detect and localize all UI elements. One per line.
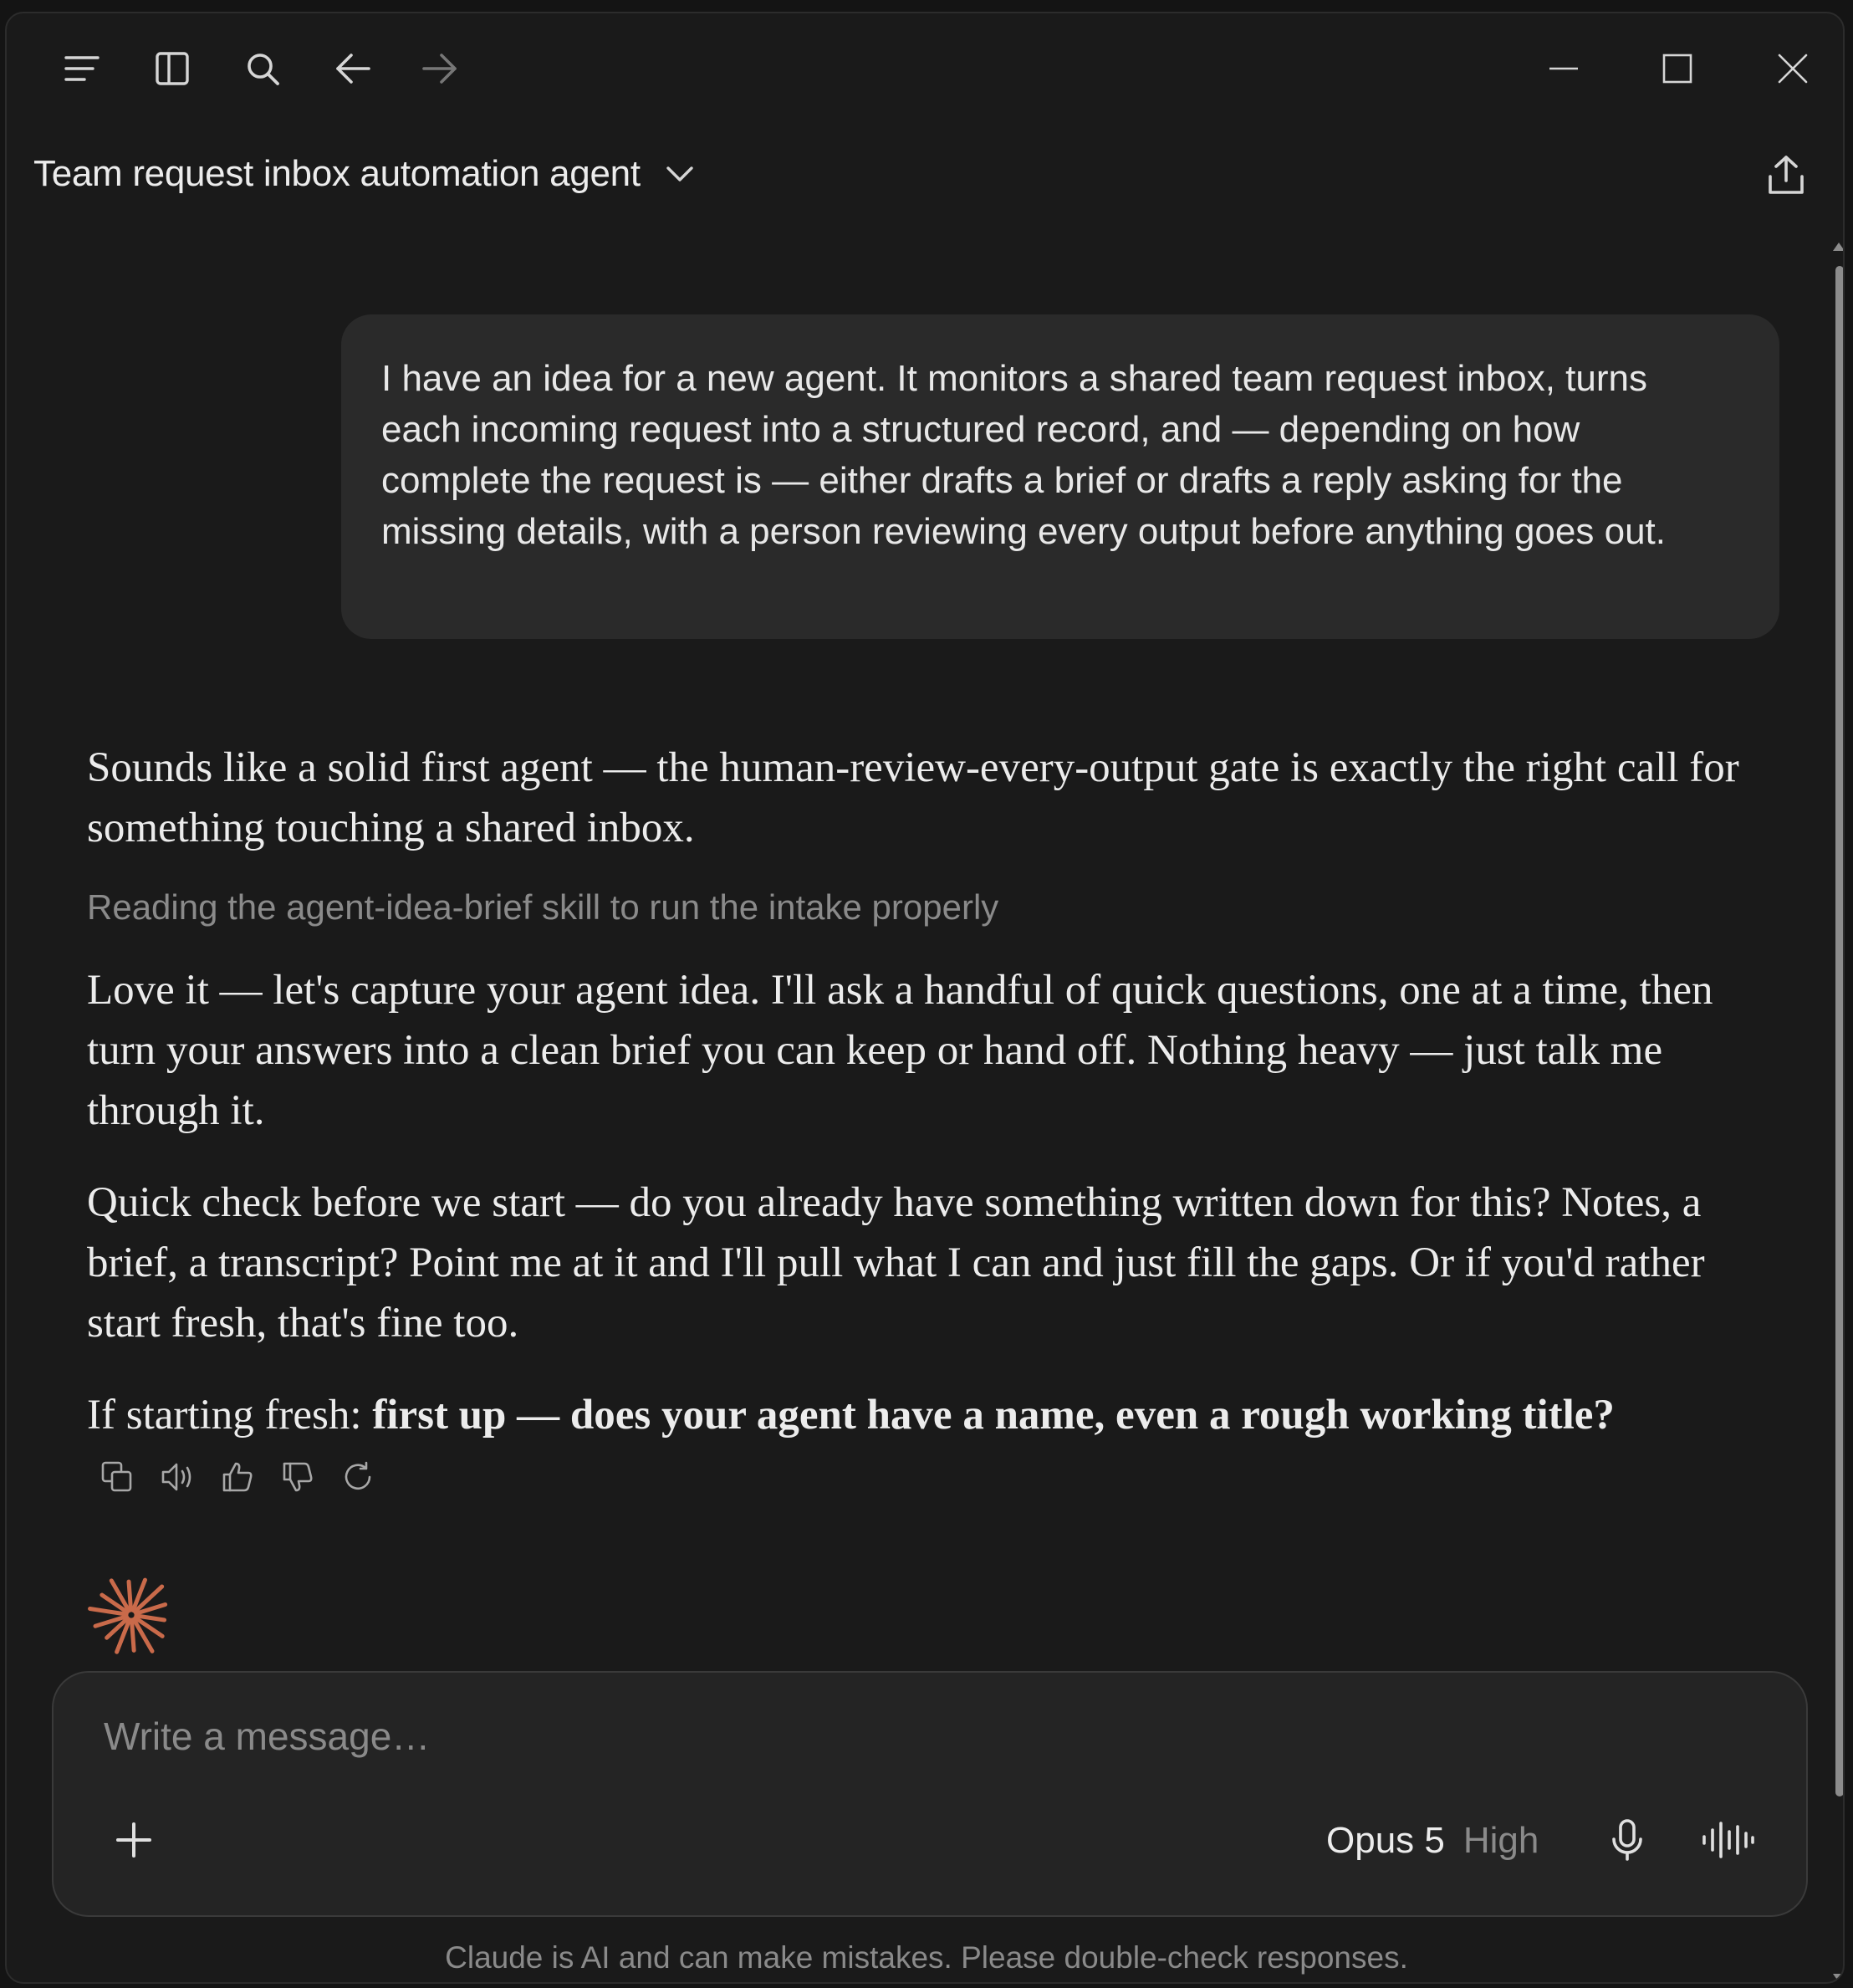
forward-arrow-icon[interactable] bbox=[406, 35, 473, 102]
search-icon[interactable] bbox=[229, 35, 296, 102]
assistant-intro-text: Sounds like a solid first agent — the hu… bbox=[87, 744, 1739, 851]
assistant-para1-text: Love it — let's capture your agent idea.… bbox=[87, 967, 1713, 1134]
conversation-title: Team request inbox automation agent bbox=[33, 153, 641, 194]
user-message-bubble: I have an idea for a new agent. It monit… bbox=[341, 314, 1779, 639]
close-icon[interactable] bbox=[1759, 35, 1826, 102]
disclaimer-text: Claude is AI and can make mistakes. Plea… bbox=[445, 1940, 1408, 1975]
tool-status-line[interactable]: Reading the agent-idea-brief skill to ru… bbox=[87, 887, 998, 928]
assistant-para3-prefix: If starting fresh: bbox=[87, 1392, 373, 1439]
model-selector[interactable]: Opus 5 High bbox=[1326, 1812, 1539, 1870]
voice-mode-icon[interactable] bbox=[1694, 1807, 1761, 1873]
app-window: Team request inbox automation agent I ha… bbox=[5, 12, 1845, 1984]
assistant-paragraph-3: If starting fresh: first up — does your … bbox=[87, 1385, 1759, 1445]
copy-icon[interactable] bbox=[87, 1452, 147, 1502]
sidebar-toggle-icon[interactable] bbox=[139, 35, 206, 102]
scrollbar[interactable] bbox=[1831, 241, 1843, 1982]
message-input[interactable] bbox=[102, 1706, 1694, 1766]
claude-spark-icon bbox=[87, 1571, 176, 1659]
scroll-up-arrow[interactable] bbox=[1833, 243, 1843, 251]
model-effort: High bbox=[1462, 1820, 1539, 1861]
retry-icon[interactable] bbox=[328, 1452, 388, 1502]
assistant-para3-question: first up — does your agent have a name, … bbox=[372, 1392, 1615, 1439]
user-message-text: I have an idea for a new agent. It monit… bbox=[381, 358, 1666, 552]
microphone-icon[interactable] bbox=[1594, 1807, 1661, 1873]
share-icon[interactable] bbox=[1753, 142, 1820, 209]
thumbs-up-icon[interactable] bbox=[207, 1452, 268, 1502]
maximize-icon[interactable] bbox=[1644, 35, 1711, 102]
message-composer: Opus 5 High bbox=[52, 1671, 1808, 1917]
scrollbar-thumb[interactable] bbox=[1835, 266, 1843, 1796]
assistant-para2-text: Quick check before we start — do you alr… bbox=[87, 1179, 1705, 1347]
assistant-paragraph-1: Love it — let's capture your agent idea.… bbox=[87, 960, 1759, 1141]
model-name: Opus 5 bbox=[1326, 1820, 1445, 1861]
thumbs-down-icon[interactable] bbox=[268, 1452, 328, 1502]
read-aloud-icon[interactable] bbox=[147, 1452, 207, 1502]
back-arrow-icon[interactable] bbox=[319, 35, 386, 102]
assistant-message-intro: Sounds like a solid first agent — the hu… bbox=[87, 738, 1759, 858]
conversation-title-dropdown[interactable]: Team request inbox automation agent bbox=[33, 147, 694, 201]
scroll-down-arrow[interactable] bbox=[1833, 1974, 1843, 1982]
minimize-icon[interactable] bbox=[1530, 35, 1597, 102]
menu-icon[interactable] bbox=[48, 35, 115, 102]
add-attachment-icon[interactable] bbox=[100, 1807, 167, 1873]
chevron-down-icon bbox=[666, 165, 694, 183]
assistant-paragraph-2: Quick check before we start — do you alr… bbox=[87, 1173, 1759, 1353]
message-actions bbox=[87, 1452, 388, 1502]
